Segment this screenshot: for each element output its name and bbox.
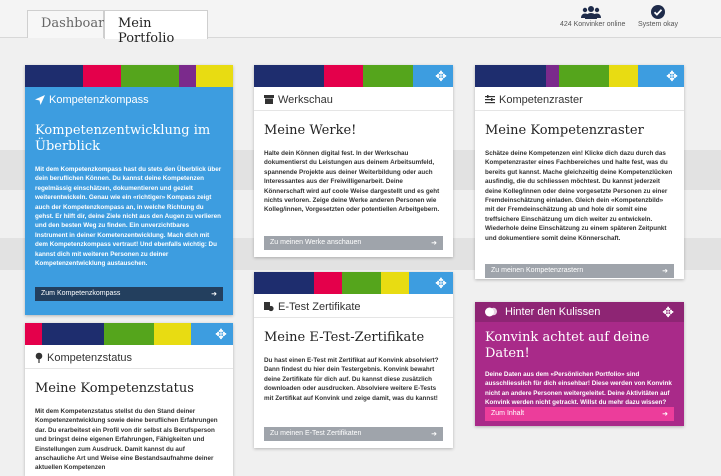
button-label: Zu meinen E-Test Zertifikaten [270,430,362,437]
card-header: Kompetenzstatus [25,345,233,369]
theater-masks-icon [485,307,497,317]
card-body: Du hast einen E-Test mit Zertifikat auf … [264,357,439,402]
card-header: Kompetenzraster [475,87,684,111]
arrow-right-icon: ➜ [662,411,668,418]
move-arrows-icon[interactable]: ✥ [433,68,449,90]
button-label: Zu meinen Kompetenzrastern [491,267,584,274]
kompetenzraster-card: ✥ Kompetenzraster Meine Kompetenzraster … [475,65,684,279]
zum-inhalt-button[interactable]: Zum Inhalt ➜ [485,407,674,421]
online-users-status: 424 Konvinker online [560,5,626,28]
tab-dashboard[interactable]: Dashboard [27,10,113,38]
card-header-label: Kompetenzstatus [47,351,132,364]
map-pin-icon [35,352,43,363]
tab-mein-portfolio[interactable]: Mein Portfolio [104,10,208,46]
e-test-zertifikate-card: ✥ E-Test Zertifikate Meine E-Test-Zertif… [254,272,453,448]
top-bar: Dashboard Mein Portfolio 424 Konvinker o… [0,0,721,46]
card-body: Mit dem Kompetenzkompass hast du stets d… [35,166,222,268]
card-header-label: E-Test Zertifikate [278,300,361,313]
card-title: Meine Werke! [264,123,357,138]
card-color-bar: ✥ [254,272,453,294]
werke-anschauen-button[interactable]: Zu meinen Werke anschauen ➜ [264,236,443,250]
card-header: Werkschau [254,87,453,111]
move-arrows-icon[interactable]: ✥ [662,304,674,321]
card-title: Meine E-Test-Zertifikate [264,330,425,345]
card-header-label: Kompetenzraster [499,93,583,106]
e-test-zertifikate-button[interactable]: Zu meinen E-Test Zertifikaten ➜ [264,427,443,441]
online-users-label: 424 Konvinker online [560,21,626,28]
card-color-bar: ✥ [254,65,453,87]
card-header-label: Hinter den Kulissen [505,306,601,318]
arrow-right-icon: ➜ [431,431,437,438]
users-icon [581,6,601,19]
werkschau-card: ✥ Werkschau Meine Werke! Halte dein Könn… [254,65,453,257]
card-header: E-Test Zertifikate [254,294,453,318]
system-status: System okay [633,5,683,28]
card-title: Meine Kompetenzraster [485,123,644,138]
card-header: Hinter den Kulissen ✥ [475,302,684,322]
card-header: Kompetenzkompass [25,87,233,111]
card-title: Kompetenzentwicklung im Überblick [35,123,211,154]
card-title: Konvink achtet auf deine Daten! [485,330,650,361]
hinter-den-kulissen-card: Hinter den Kulissen ✥ Konvink achtet auf… [475,302,684,426]
archive-box-icon [264,95,274,104]
move-arrows-icon[interactable]: ✥ [664,68,680,90]
card-body: Schätze deine Kompetenzen ein! Klicke di… [485,150,673,242]
kompetenzkompass-card: Kompetenzkompass Kompetenzentwicklung im… [25,65,233,315]
card-body: Deine Daten aus dem «Persönlichen Portfo… [485,371,672,407]
navigation-arrow-icon [35,95,45,105]
check-circle-icon [651,5,665,19]
card-header-label: Kompetenzkompass [49,94,149,106]
card-body: Mit dem Kompetenzstatus stellst du den S… [35,408,218,472]
card-color-bar: ✥ [475,65,684,87]
card-body: Halte dein Können digital fest. In der W… [264,150,440,214]
arrow-right-icon: ➜ [662,268,668,275]
button-label: Zu meinen Werke anschauen [270,239,362,246]
card-color-bar: ✥ [25,323,233,345]
kompetenzstatus-card: ✥ Kompetenzstatus Meine Kompetenzstatus … [25,323,233,476]
card-header-label: Werkschau [278,93,333,106]
sliders-icon [485,95,495,104]
certificate-icon [264,301,274,311]
card-title: Meine Kompetenzstatus [35,381,194,396]
arrow-right-icon: ➜ [211,291,217,298]
button-label: Zum Kompetenzkompass [41,290,121,297]
move-arrows-icon[interactable]: ✥ [433,275,449,297]
kompetenzrastern-button[interactable]: Zu meinen Kompetenzrastern ➜ [485,264,674,278]
system-status-label: System okay [637,21,679,28]
move-arrows-icon[interactable]: ✥ [213,326,229,348]
arrow-right-icon: ➜ [431,240,437,247]
card-color-bar [25,65,233,87]
button-label: Zum Inhalt [491,410,525,417]
zum-kompetenzkompass-button[interactable]: Zum Kompetenzkompass ➜ [35,287,223,301]
